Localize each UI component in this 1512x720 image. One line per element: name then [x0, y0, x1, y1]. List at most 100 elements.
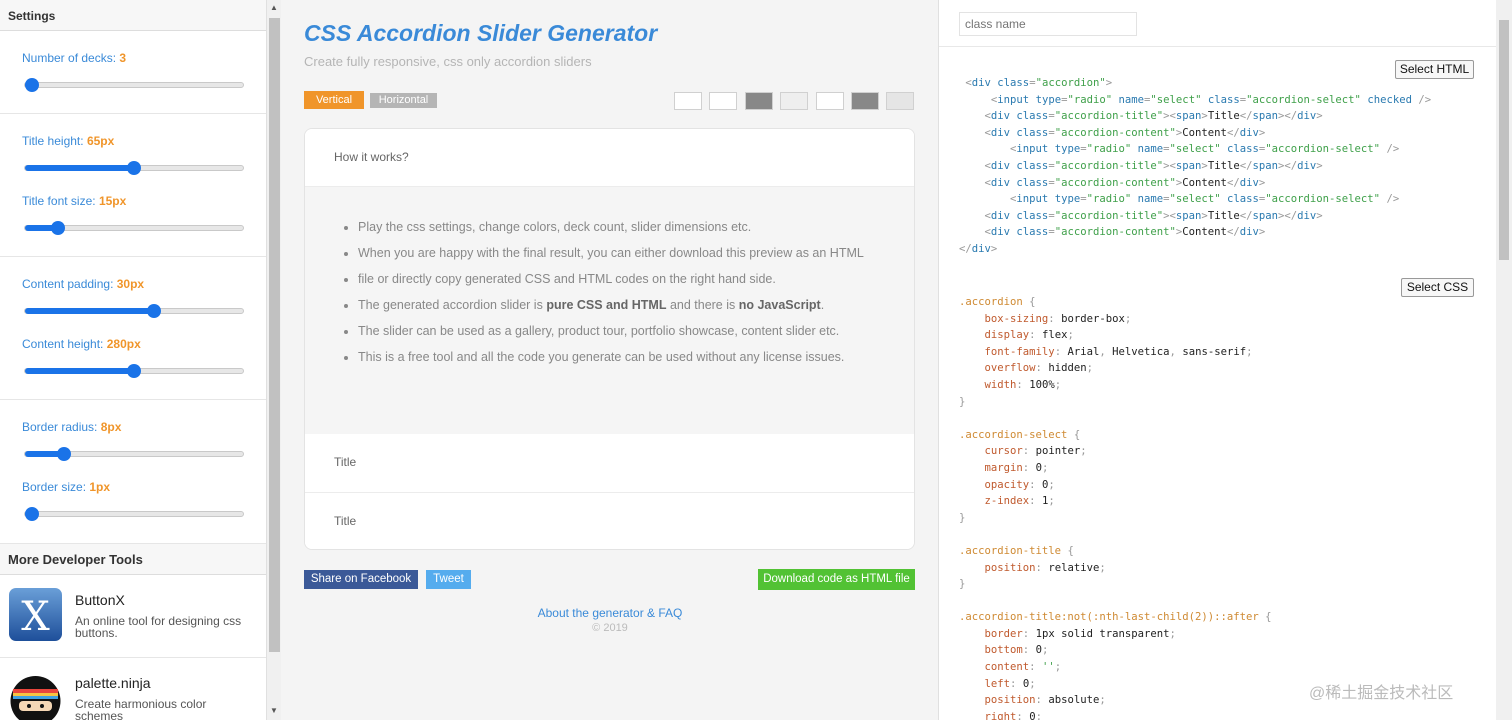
svg-text:X: X — [21, 594, 50, 640]
slider-label-text: Title font size: — [22, 194, 96, 208]
tool-buttonx[interactable]: X ButtonX An online tool for designing c… — [0, 575, 266, 658]
slider-title-height[interactable]: Title height: 65px — [22, 114, 244, 175]
slider-value: 3 — [119, 51, 127, 65]
slider-knob[interactable] — [24, 78, 39, 92]
slider-border-size[interactable]: Border size: 1px — [22, 460, 244, 521]
slider-label-text: Content padding: — [22, 277, 114, 291]
settings-sidebar: Settings Number of decks: 3 Title height… — [0, 0, 266, 720]
bullet-text: When you are happy with the final result… — [358, 246, 864, 260]
html-code[interactable]: <div class="accordion"> <input type="rad… — [959, 75, 1431, 258]
sidebar-scrollbar[interactable]: ▲ ▼ — [266, 0, 281, 720]
slider-value: 30px — [116, 277, 145, 291]
slider-value: 1px — [89, 480, 111, 494]
slider-group-border: Border radius: 8px Border size: 1px — [0, 400, 266, 544]
color-swatch[interactable] — [674, 92, 702, 110]
tool-palette-ninja[interactable]: palette.ninja Create harmonious color sc… — [0, 658, 266, 720]
slider-label-text: Title height: — [22, 134, 84, 148]
slider-value: 280px — [106, 337, 141, 351]
css-code[interactable]: .accordion { box-sizing: border-box; dis… — [959, 294, 1272, 720]
slider-label: Title height: 65px — [22, 134, 114, 148]
slider-track[interactable] — [24, 507, 244, 521]
bullet-bold: pure CSS and HTML — [546, 298, 667, 312]
slider-track[interactable] — [24, 78, 244, 92]
bullet-bold: no JavaScript — [738, 298, 821, 312]
slider-label: Content padding: 30px — [22, 277, 144, 291]
class-name-input[interactable] — [959, 12, 1137, 36]
slider-content-height[interactable]: Content height: 280px — [22, 317, 244, 378]
accordion-title[interactable]: Title — [305, 434, 914, 491]
slider-number-of-decks[interactable]: Number of decks: 3 — [22, 31, 244, 92]
slider-label: Border size: 1px — [22, 480, 110, 494]
slider-value: 15px — [98, 194, 127, 208]
slider-label: Border radius: 8px — [22, 420, 121, 434]
accordion-title[interactable]: How it works? — [305, 129, 914, 186]
tool-desc: An online tool for designing css buttons… — [75, 614, 242, 640]
scroll-up-icon[interactable]: ▲ — [270, 3, 278, 12]
slider-label: Content height: 280px — [22, 337, 141, 351]
slider-track[interactable] — [24, 364, 244, 378]
bullet-text: Play the css settings, change colors, de… — [358, 220, 752, 234]
slider-value: 8px — [100, 420, 122, 434]
scroll-down-icon[interactable]: ▼ — [270, 706, 278, 715]
slider-label-text: Content height: — [22, 337, 104, 351]
slider-group-decks: Number of decks: 3 — [0, 31, 266, 114]
bullet-text: and there is — [666, 298, 739, 312]
tool-name: palette.ninja — [75, 675, 151, 691]
code-scrollbar[interactable] — [1496, 0, 1512, 720]
slider-knob[interactable] — [127, 364, 141, 378]
accordion-content: Play the css settings, change colors, de… — [305, 187, 914, 434]
divider — [939, 46, 1498, 47]
scrollbar-thumb[interactable] — [269, 18, 280, 652]
slider-knob[interactable] — [50, 221, 65, 235]
ninja-logo-icon — [10, 676, 61, 720]
slider-title-font-size[interactable]: Title font size: 15px — [22, 174, 244, 235]
settings-header: Settings — [0, 0, 266, 31]
slider-fill — [25, 308, 154, 314]
color-swatch[interactable] — [709, 92, 737, 110]
bullet-text: The slider can be used as a gallery, pro… — [358, 324, 840, 338]
select-css-button[interactable]: Select CSS — [1401, 278, 1474, 297]
code-panel: Select HTML <div class="accordion"> <inp… — [938, 0, 1498, 720]
slider-border-radius[interactable]: Border radius: 8px — [22, 400, 244, 461]
slider-group-title: Title height: 65px Title font size: 15px — [0, 114, 266, 257]
accordion-title[interactable]: Title — [305, 493, 914, 549]
slider-track[interactable] — [24, 221, 244, 235]
slider-track[interactable] — [24, 447, 244, 461]
buttonx-logo-icon: X — [9, 588, 62, 641]
tweet-button[interactable]: Tweet — [426, 570, 471, 589]
color-swatch[interactable] — [780, 92, 808, 110]
page-title: CSS Accordion Slider Generator — [304, 20, 658, 46]
tool-name: ButtonX — [75, 592, 125, 608]
slider-knob[interactable] — [57, 447, 72, 461]
download-html-button[interactable]: Download code as HTML file — [758, 569, 915, 590]
page-subtitle: Create fully responsive, css only accord… — [304, 54, 592, 69]
vertical-button[interactable]: Vertical — [304, 91, 364, 109]
slider-label-text: Border radius: — [22, 420, 98, 434]
horizontal-button[interactable]: Horizontal — [370, 93, 437, 108]
bullet-text: . — [820, 298, 825, 312]
scrollbar-thumb[interactable] — [1499, 20, 1509, 260]
slider-knob[interactable] — [146, 304, 161, 318]
color-swatch[interactable] — [816, 92, 844, 110]
tool-desc: Create harmonious color schemes — [75, 697, 207, 720]
slider-track[interactable] — [24, 304, 244, 318]
slider-track[interactable] — [24, 161, 244, 175]
color-swatch[interactable] — [745, 92, 773, 110]
copyright: © 2019 — [592, 622, 628, 634]
about-faq-link[interactable]: About the generator & FAQ — [282, 606, 938, 620]
slider-content-padding[interactable]: Content padding: 30px — [22, 257, 244, 318]
slider-value: 65px — [86, 134, 115, 148]
watermark: @稀土掘金技术社区 — [1309, 685, 1454, 702]
slider-label-text: Border size: — [22, 480, 87, 494]
slider-knob[interactable] — [24, 507, 39, 521]
list-item: The slider can be used as a gallery, pro… — [358, 318, 914, 344]
color-swatch[interactable] — [886, 92, 914, 110]
color-swatch[interactable] — [851, 92, 879, 110]
share-facebook-button[interactable]: Share on Facebook — [304, 570, 418, 589]
slider-label: Number of decks: 3 — [22, 51, 126, 65]
list-item: file or directly copy generated CSS and … — [358, 266, 914, 292]
slider-knob[interactable] — [127, 161, 141, 175]
accordion-preview: How it works? Play the css settings, cha… — [304, 128, 915, 550]
slider-label: Title font size: 15px — [22, 194, 126, 208]
list-item: The generated accordion slider is pure C… — [358, 292, 914, 318]
